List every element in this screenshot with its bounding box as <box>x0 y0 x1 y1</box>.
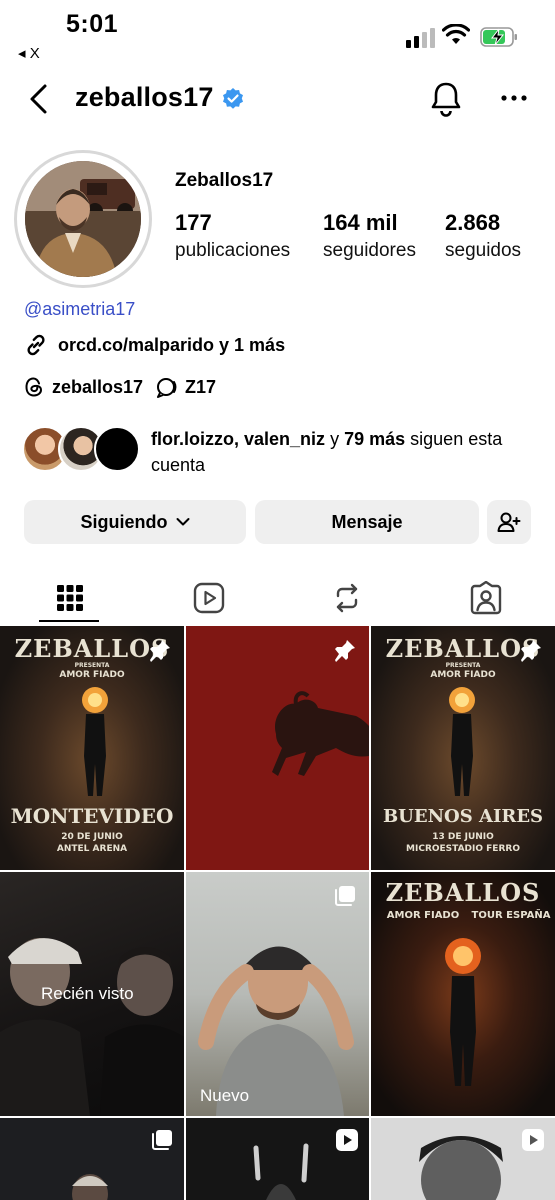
followed-by-text: flor.loizzo, valen_niz y 79 más siguen e… <box>151 426 521 478</box>
two-men-illustration <box>0 938 184 1116</box>
tab-reposts[interactable] <box>277 572 416 624</box>
post-tile-buenos-aires[interactable]: ZEBALLOS PRESENTA AMOR FIADO BUENOS AIRE… <box>371 626 555 870</box>
recently-viewed-label: Recién visto <box>41 984 134 1003</box>
poster-venue: MICROESTADIO FERRO <box>406 844 520 854</box>
followed-by-others: 79 más <box>344 429 406 449</box>
threads-icon <box>25 377 43 397</box>
following-button-label: Siguiendo <box>80 511 168 532</box>
poster-brand: ZEBALLOS <box>385 878 541 907</box>
verified-badge-icon <box>223 88 243 109</box>
poster-figure-illustration <box>445 938 481 1086</box>
notifications-bell-icon[interactable] <box>428 80 464 118</box>
post-tile[interactable] <box>0 1118 184 1200</box>
reels-play-icon <box>193 582 224 614</box>
followed-by-users: flor.loizzo, valen_niz <box>151 429 326 449</box>
header-username: zeballos17 <box>75 82 214 112</box>
post-tile-horse[interactable] <box>186 626 369 870</box>
grid-icon <box>56 585 83 611</box>
back-to-app-link[interactable]: ◂ X <box>18 44 40 62</box>
post-tile[interactable] <box>186 1118 369 1200</box>
cellular-signal-icon <box>406 28 435 48</box>
profile-header: zeballos17 <box>0 76 555 124</box>
battery-charging-icon <box>480 27 517 47</box>
reel-play-icon <box>336 1129 358 1151</box>
tab-tagged[interactable] <box>416 572 555 624</box>
message-button-label: Mensaje <box>331 511 403 532</box>
bio-link-text: orcd.co/malparido y 1 más <box>58 334 286 355</box>
followed-by-row[interactable]: flor.loizzo, valen_niz y 79 más siguen e… <box>22 424 522 475</box>
pinned-icon <box>150 640 170 662</box>
poster-presenta: PRESENTA <box>74 662 110 669</box>
stat-following-label: seguidos <box>445 240 522 261</box>
stat-following[interactable]: 2.868 seguidos <box>445 210 521 262</box>
post-tile-new[interactable]: Nuevo <box>186 872 369 1116</box>
poster-city: BUENOS AIRES <box>382 806 544 827</box>
broadcast-channel-icon <box>157 378 177 398</box>
stat-followers-value: 164 mil <box>323 210 398 235</box>
carousel-icon <box>152 1130 172 1150</box>
following-button[interactable]: Siguiendo <box>24 500 246 544</box>
poster-tour-name: AMOR FIADO <box>430 670 496 680</box>
poster-date: 20 DE JUNIO <box>61 832 123 842</box>
profile-avatar[interactable] <box>14 150 152 288</box>
pinned-icon <box>335 640 355 662</box>
repost-icon <box>336 583 357 613</box>
bio-link[interactable]: orcd.co/malparido y 1 más <box>24 332 285 358</box>
posts-grid: ZEBALLOS PRESENTA AMOR FIADO MONTEVIDEO … <box>0 626 555 1200</box>
stat-posts-label: publicaciones <box>175 240 291 261</box>
post-tile-recently-viewed[interactable]: Recién visto <box>0 872 184 1116</box>
poster-tour-country: TOUR ESPAÑA <box>471 910 551 921</box>
tab-posts-grid[interactable] <box>0 572 139 624</box>
poster-tour-name: AMOR FIADO <box>59 670 125 680</box>
followed-by-connector: y <box>330 429 340 449</box>
poster-city: MONTEVIDEO <box>10 804 174 828</box>
poster-presenta: PRESENTA <box>445 662 481 669</box>
avatar-illustration <box>25 161 141 277</box>
threads-row: zeballos17 Z17 <box>24 374 216 400</box>
chevron-down-icon <box>176 518 189 526</box>
add-person-icon <box>497 512 521 532</box>
stat-posts-value: 177 <box>175 210 212 235</box>
poster-date: 13 DE JUNIO <box>432 832 494 842</box>
threads-username[interactable]: zeballos17 <box>52 377 143 398</box>
channel-name[interactable]: Z17 <box>185 377 216 398</box>
status-time: 5:01 <box>66 10 119 38</box>
mention-link[interactable]: @asimetria17 <box>24 299 135 320</box>
message-button[interactable]: Mensaje <box>255 500 479 544</box>
back-arrow-icon[interactable] <box>24 82 54 116</box>
wifi-icon <box>442 24 470 44</box>
new-post-label: Nuevo <box>200 1086 250 1105</box>
pinned-icon <box>521 640 541 662</box>
horse-illustration <box>272 691 369 776</box>
status-bar: 5:01 ◂ X <box>0 0 555 70</box>
poster-figure-illustration <box>449 687 475 796</box>
content-tabs <box>0 572 555 624</box>
poster-figure-illustration <box>82 687 108 796</box>
carousel-icon <box>335 886 355 906</box>
avatar-photo <box>25 161 141 277</box>
tab-reels[interactable] <box>139 572 278 624</box>
post-tile-tour-espana[interactable]: ZEBALLOS AMOR FIADO TOUR ESPAÑA <box>371 872 555 1116</box>
stat-followers-label: seguidores <box>323 240 416 261</box>
suggested-users-button[interactable] <box>487 500 531 544</box>
profile-display-name: Zeballos17 <box>175 170 274 191</box>
reel-play-icon <box>522 1129 544 1151</box>
post-tile[interactable] <box>371 1118 555 1200</box>
tagged-person-icon <box>470 581 501 615</box>
stat-followers[interactable]: 164 mil seguidores <box>323 210 416 262</box>
photo-illustration <box>253 1143 309 1200</box>
poster-venue: ANTEL ARENA <box>56 844 128 854</box>
post-tile-montevideo[interactable]: ZEBALLOS PRESENTA AMOR FIADO MONTEVIDEO … <box>0 626 184 870</box>
photo-illustration <box>419 1136 503 1200</box>
more-options-icon[interactable] <box>500 88 528 108</box>
follower-avatar <box>94 426 140 472</box>
link-icon <box>27 334 45 356</box>
photo-illustration <box>72 1174 108 1200</box>
stat-posts[interactable]: 177 publicaciones <box>175 210 290 262</box>
stat-following-value: 2.868 <box>445 210 501 235</box>
active-tab-indicator <box>39 620 99 622</box>
